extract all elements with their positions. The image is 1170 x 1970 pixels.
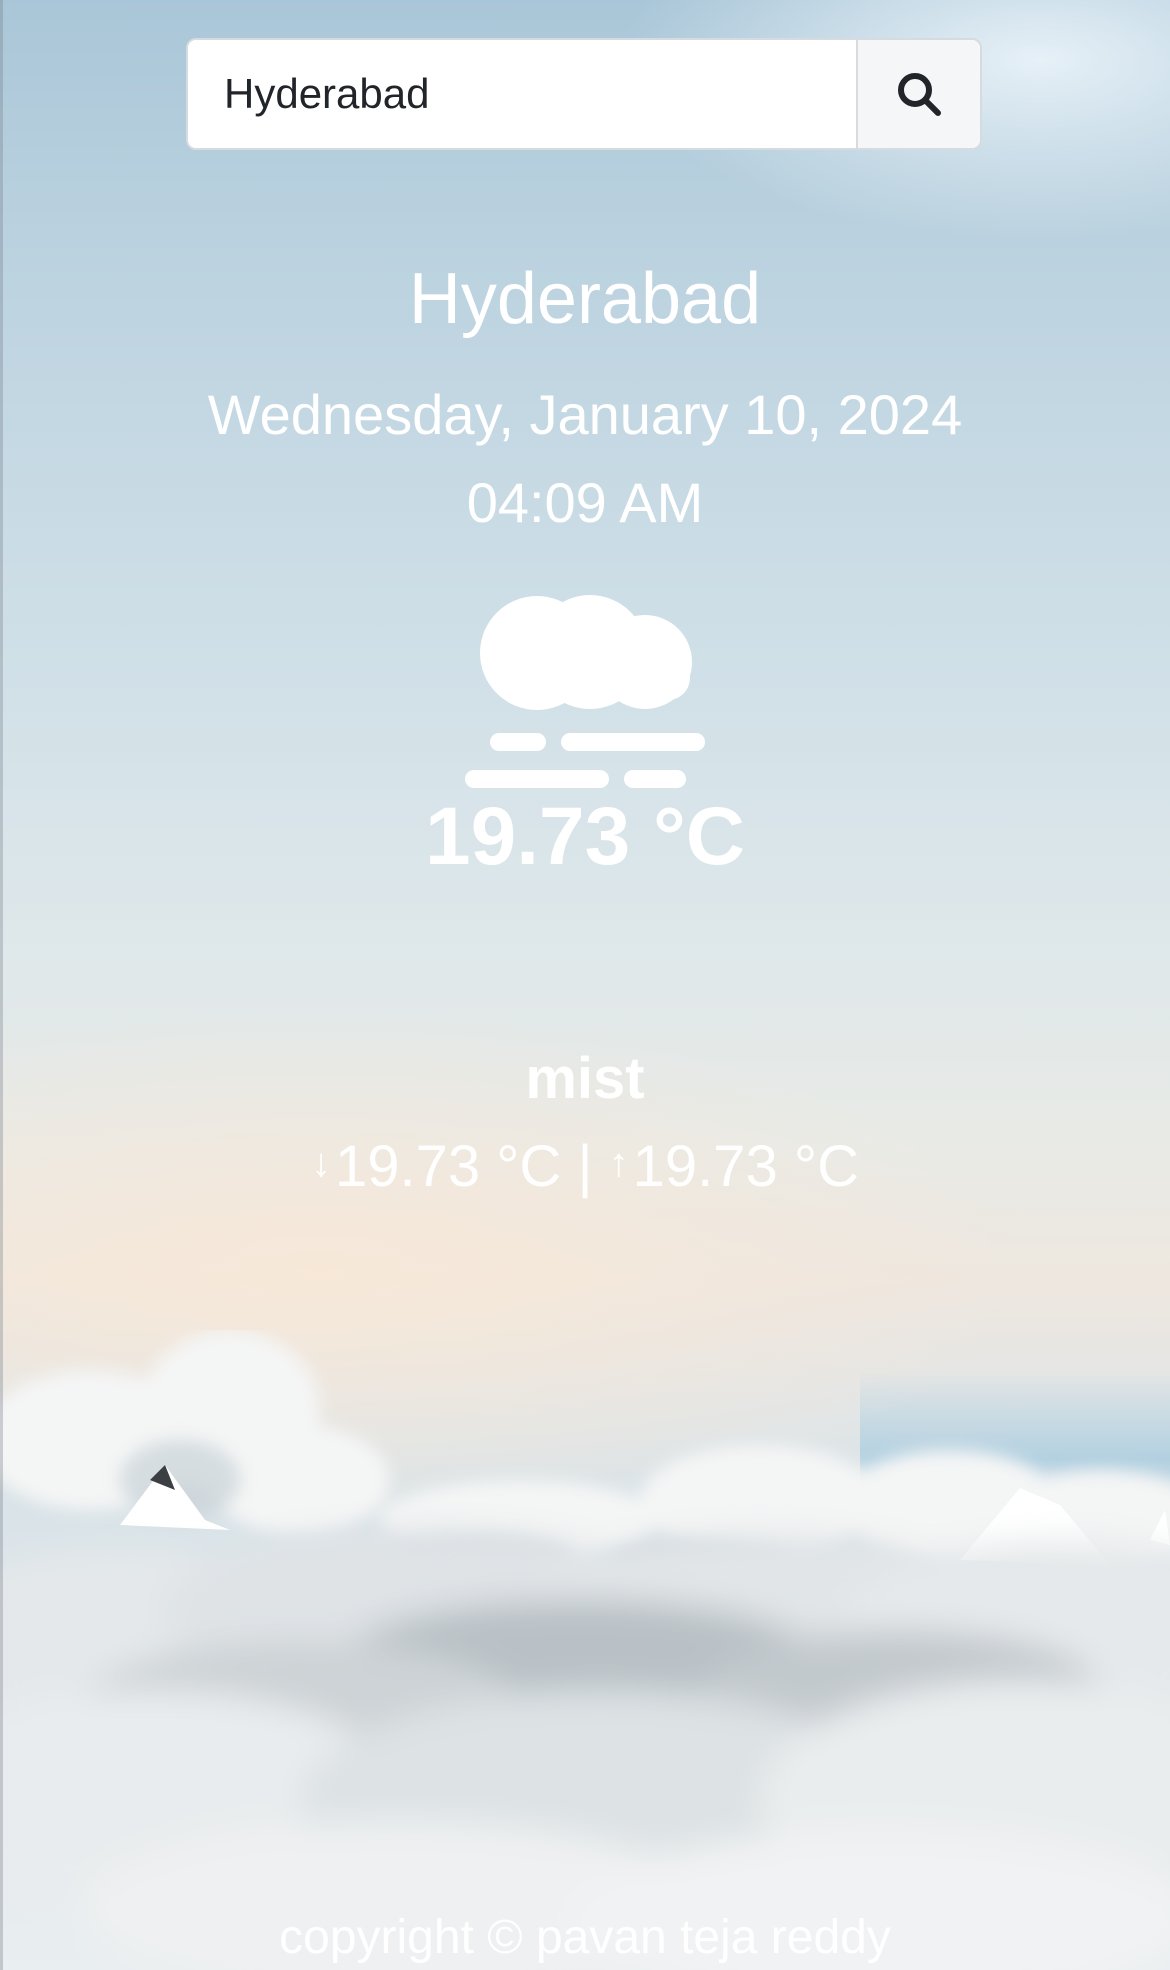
arrow-up-icon: ↑ (608, 1141, 629, 1185)
search-button[interactable] (856, 40, 980, 148)
city-search-input[interactable] (188, 40, 856, 148)
search-icon (898, 73, 941, 116)
arrow-down-icon: ↓ (310, 1141, 331, 1185)
temp-separator: | (577, 1134, 593, 1199)
min-max-temperature: ↓19.73 °C | ↑19.73 °C (0, 1133, 1170, 1200)
min-temperature: 19.73 °C (334, 1134, 562, 1199)
max-temperature: 19.73 °C (632, 1134, 859, 1199)
current-temperature: 19.73 °C (425, 791, 745, 882)
mist-icon (465, 595, 705, 788)
background-clouds-image (0, 1330, 1170, 1970)
footer-copyright: copyright © pavan teja reddy (279, 1911, 891, 1964)
current-time: 04:09 AM (466, 471, 704, 534)
weather-description: mist (525, 1046, 645, 1111)
current-date: Wednesday, January 10, 2024 (207, 383, 963, 446)
city-name: Hyderabad (408, 259, 762, 339)
search-bar (186, 38, 982, 150)
